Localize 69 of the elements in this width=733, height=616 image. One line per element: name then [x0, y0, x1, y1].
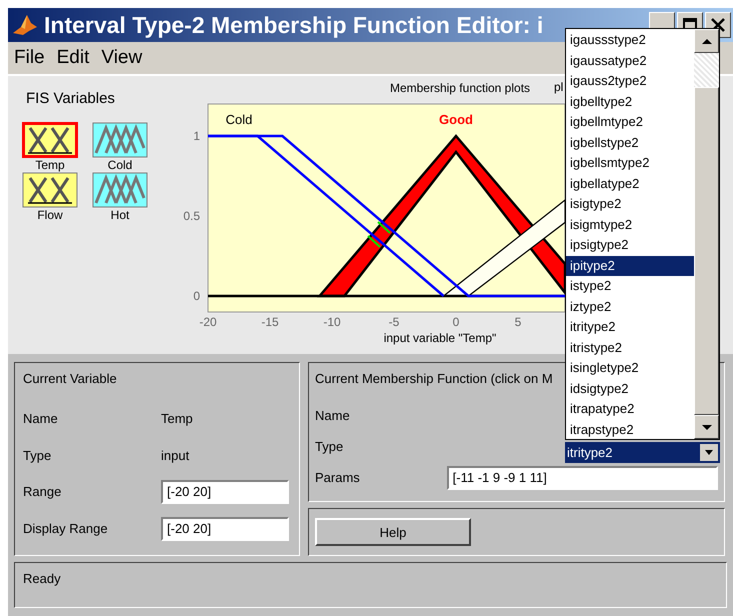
variable-label: Temp	[35, 158, 65, 172]
field-label: Display Range	[23, 521, 109, 536]
variable-label: Cold	[108, 158, 132, 172]
dropdown-option[interactable]: itrapatype2	[566, 399, 694, 420]
dropdown-option[interactable]: igbelltype2	[566, 92, 694, 112]
dropdown-option[interactable]: isigtype2	[566, 194, 694, 214]
y-tick-label: 0	[193, 289, 200, 303]
crossed-curves-icon[interactable]	[22, 172, 78, 208]
dropdown-option[interactable]: ipsigtype2	[566, 235, 694, 256]
type-dropdown[interactable]: itritype2	[565, 442, 720, 463]
down-arrow-icon	[700, 424, 712, 430]
x-tick-label: -15	[261, 315, 279, 329]
field-label: Type	[23, 448, 52, 463]
menu-item[interactable]: View	[101, 47, 142, 69]
dropdown-option[interactable]: igauss2type2	[566, 71, 694, 92]
x-tick-label: -20	[199, 315, 217, 329]
scrollbar[interactable]	[694, 29, 719, 439]
range-field[interactable]: [-20 20]	[161, 480, 289, 504]
y-tick-label: 0.5	[183, 209, 200, 223]
params-field[interactable]: [-11 -1 9 -9 1 11]	[446, 466, 718, 490]
x-tick-label: 5	[514, 315, 522, 329]
menu-item[interactable]: Edit	[56, 47, 90, 69]
y-tick-label: 1	[193, 129, 200, 143]
dropdown-option[interactable]: isigmtype2	[566, 214, 694, 235]
field-label: Name	[315, 408, 351, 423]
x-tick-label: -5	[388, 315, 400, 329]
dropdown-option[interactable]: isingletype2	[566, 358, 694, 378]
plot-points-label: pl	[554, 80, 564, 94]
x-tick-label: -10	[323, 315, 341, 329]
dropdown-option[interactable]: igbellmtype2	[566, 112, 694, 132]
display-range-field[interactable]: [-20 20]	[161, 516, 289, 541]
field-label: Name	[23, 410, 59, 426]
variable-label: Hot	[110, 208, 130, 222]
dropdown-option[interactable]: igaussatype2	[566, 50, 694, 71]
field-label: Params	[315, 470, 361, 485]
field-value: input	[161, 448, 190, 463]
dropdown-option[interactable]: itritype2	[566, 317, 694, 338]
chart-title: Membership function plots	[390, 81, 530, 95]
section-title: FIS Variables	[26, 90, 115, 107]
up-arrow-icon	[700, 38, 712, 44]
window-title: Interval Type-2 Membership Function Editor: i	[44, 12, 544, 38]
menu-item[interactable]: File	[14, 47, 45, 69]
status-text: Ready	[23, 571, 61, 586]
x-tick-label: 0	[452, 315, 460, 329]
crossed-curves-icon[interactable]	[22, 122, 78, 158]
panel-title: Current Membership Function (click on M	[315, 371, 554, 386]
help-button[interactable]: Help	[315, 518, 471, 546]
dropdown-option[interactable]: igbellstype2	[566, 132, 694, 153]
dropdown-option[interactable]: ipitype2	[566, 256, 694, 276]
panel-title: Current Variable	[23, 371, 118, 386]
dropdown-option[interactable]: itrapstype2	[566, 420, 694, 440]
x-axis-label: input variable "Temp"	[384, 331, 496, 345]
dropdown-option[interactable]: itristype2	[566, 338, 694, 358]
field-value: Temp	[161, 410, 193, 426]
mountains-icon[interactable]	[92, 122, 148, 158]
dropdown-option[interactable]: igbellsmtype2	[566, 153, 694, 174]
curve-label: Cold	[226, 112, 252, 127]
peak-logo	[12, 13, 38, 37]
field-label: Type	[315, 439, 344, 454]
dropdown-option[interactable]: istype2	[566, 276, 694, 296]
variable-label: Flow	[37, 208, 63, 222]
field-label: Range	[23, 484, 62, 500]
dropdown-option[interactable]: idsigtype2	[566, 378, 694, 399]
dropdown-option[interactable]: iztype2	[566, 296, 694, 317]
dropdown-option[interactable]: igaussstype2	[566, 30, 694, 50]
dropdown-option[interactable]: igbellatype2	[566, 174, 694, 194]
caret-icon	[705, 450, 713, 455]
mountains-icon[interactable]	[92, 172, 148, 208]
curve-label: Good	[439, 112, 473, 127]
